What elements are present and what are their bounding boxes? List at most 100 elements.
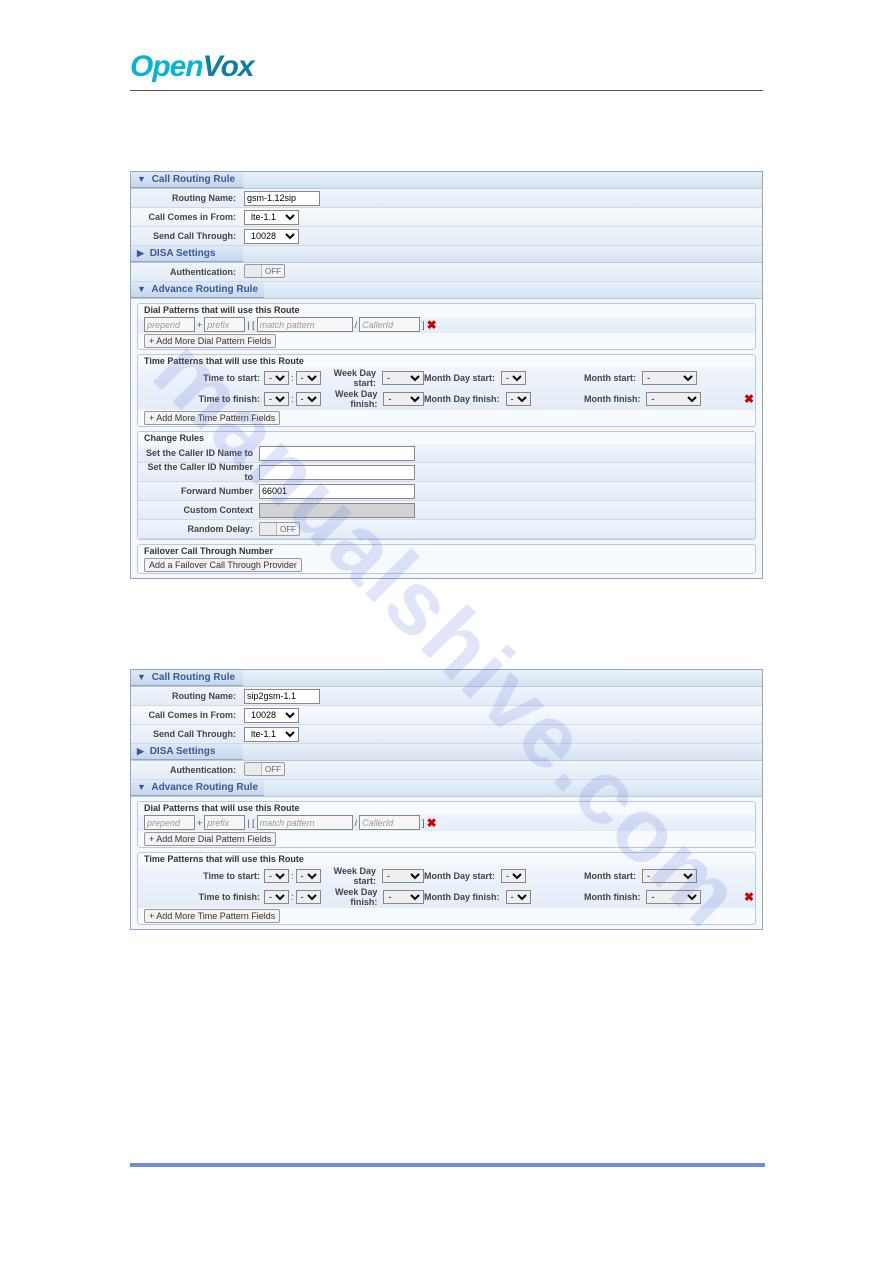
time-finish-hr[interactable]: - <box>264 392 289 406</box>
logo-open: Open <box>130 50 203 83</box>
prefix-input[interactable] <box>204 815 245 830</box>
section-advance-routing[interactable]: ▼ Advance Routing Rule <box>131 780 264 796</box>
monthday-start[interactable]: - <box>501 371 526 385</box>
time-start-hr[interactable]: - <box>264 869 289 883</box>
row-routing-name: Routing Name: <box>131 189 762 208</box>
chevron-down-icon: ▼ <box>137 782 146 792</box>
time-pattern-row: Time to start: - : - Week Day start: - M… <box>138 367 755 410</box>
call-comes-in-select[interactable]: 10028 <box>244 708 299 723</box>
monthday-start[interactable]: - <box>501 869 526 883</box>
time-start-min[interactable]: - <box>296 371 321 385</box>
routing-name-input[interactable] <box>244 689 320 704</box>
time-start-min[interactable]: - <box>296 869 321 883</box>
footer-divider <box>130 1163 765 1167</box>
routing-name-label: Routing Name: <box>131 193 242 203</box>
authentication-toggle[interactable]: OFF <box>244 264 285 278</box>
send-call-through-label: Send Call Through: <box>131 231 242 241</box>
section-call-routing[interactable]: ▼ Call Routing Rule <box>131 670 243 686</box>
routing-name-label: Routing Name: <box>131 691 242 701</box>
add-time-pattern-button[interactable]: + Add More Time Pattern Fields <box>144 909 280 923</box>
add-time-pattern-button[interactable]: + Add More Time Pattern Fields <box>144 411 280 425</box>
delete-icon[interactable]: ✖ <box>427 318 437 332</box>
time-patterns-group: Time Patterns that will use this Route T… <box>137 852 756 925</box>
time-finish-label: Time to finish: <box>144 394 264 404</box>
section-title: Call Routing Rule <box>152 174 235 185</box>
weekday-finish[interactable]: - <box>383 392 424 406</box>
authentication-toggle[interactable]: OFF <box>244 762 285 776</box>
time-finish-min[interactable]: - <box>296 890 321 904</box>
prefix-input[interactable] <box>204 317 245 332</box>
dial-patterns-group: Dial Patterns that will use this Route +… <box>137 303 756 350</box>
dial-patterns-title: Dial Patterns that will use this Route <box>138 802 755 814</box>
weekday-start[interactable]: - <box>382 371 424 385</box>
row-authentication: Authentication: OFF <box>131 263 762 282</box>
authentication-label: Authentication: <box>131 765 242 775</box>
routing-panel-2: ▼ Call Routing Rule Routing Name: Call C… <box>130 669 763 930</box>
callerid-input[interactable] <box>359 815 420 830</box>
failover-title: Failover Call Through Number <box>138 545 755 557</box>
month-finish[interactable]: - <box>646 890 701 904</box>
random-delay-toggle[interactable]: OFF <box>259 522 300 536</box>
chevron-right-icon: ▶ <box>137 248 144 258</box>
delete-icon[interactable]: ✖ <box>427 816 437 830</box>
section-title: Advance Routing Rule <box>151 284 258 295</box>
month-finish[interactable]: - <box>646 392 701 406</box>
add-dial-pattern-button[interactable]: + Add More Dial Pattern Fields <box>144 334 276 348</box>
forward-number-label: Forward Number <box>138 486 259 496</box>
dial-pattern-row: + | [ / ] ✖ <box>138 316 755 333</box>
delete-icon[interactable]: ✖ <box>744 392 754 406</box>
random-delay-label: Random Delay: <box>138 524 259 534</box>
time-finish-hr[interactable]: - <box>264 890 289 904</box>
add-dial-pattern-button[interactable]: + Add More Dial Pattern Fields <box>144 832 276 846</box>
section-disa[interactable]: ▶ DISA Settings <box>131 246 243 262</box>
send-call-through-select[interactable]: 10028 <box>244 229 299 244</box>
prepend-input[interactable] <box>144 317 195 332</box>
routing-panel-1: ▼ Call Routing Rule Routing Name: Call C… <box>130 171 763 579</box>
custom-context-label: Custom Context <box>138 505 259 515</box>
chevron-down-icon: ▼ <box>137 174 146 184</box>
caller-id-number-input[interactable] <box>259 465 415 480</box>
chevron-down-icon: ▼ <box>137 672 146 682</box>
section-title: Advance Routing Rule <box>151 782 258 793</box>
time-start-label: Time to start: <box>144 373 264 383</box>
month-start[interactable]: - <box>642 371 697 385</box>
caller-id-number-label: Set the Caller ID Number to <box>138 462 259 482</box>
call-comes-in-label: Call Comes in From: <box>131 212 242 222</box>
caller-id-name-label: Set the Caller ID Name to <box>138 448 259 458</box>
time-start-hr[interactable]: - <box>264 371 289 385</box>
time-patterns-group: Time Patterns that will use this Route T… <box>137 354 756 427</box>
custom-context-input <box>259 503 415 518</box>
section-advance-routing[interactable]: ▼ Advance Routing Rule <box>131 282 264 298</box>
section-call-routing[interactable]: ▼ Call Routing Rule <box>131 172 243 188</box>
failover-group: Failover Call Through Number Add a Failo… <box>137 544 756 574</box>
match-pattern-input[interactable] <box>257 317 353 332</box>
delete-icon[interactable]: ✖ <box>744 890 754 904</box>
month-start[interactable]: - <box>642 869 697 883</box>
change-rules-title: Change Rules <box>138 432 755 444</box>
time-finish-min[interactable]: - <box>296 392 321 406</box>
prepend-input[interactable] <box>144 815 195 830</box>
caller-id-name-input[interactable] <box>259 446 415 461</box>
monthday-finish[interactable]: - <box>506 890 531 904</box>
dial-patterns-title: Dial Patterns that will use this Route <box>138 304 755 316</box>
routing-name-input[interactable] <box>244 191 320 206</box>
chevron-right-icon: ▶ <box>137 746 144 756</box>
send-call-through-select[interactable]: lte-1.1 <box>244 727 299 742</box>
row-call-comes-in: Call Comes in From: lte-1.1 <box>131 208 762 227</box>
forward-number-input[interactable] <box>259 484 415 499</box>
add-failover-button[interactable]: Add a Failover Call Through Provider <box>144 558 302 572</box>
section-disa[interactable]: ▶ DISA Settings <box>131 744 243 760</box>
time-patterns-title: Time Patterns that will use this Route <box>138 355 755 367</box>
weekday-finish[interactable]: - <box>383 890 424 904</box>
section-title: DISA Settings <box>150 248 216 259</box>
callerid-input[interactable] <box>359 317 420 332</box>
logo: OpenVox <box>130 50 763 84</box>
section-title: Call Routing Rule <box>152 672 235 683</box>
call-comes-in-select[interactable]: lte-1.1 <box>244 210 299 225</box>
send-call-through-label: Send Call Through: <box>131 729 242 739</box>
monthday-finish[interactable]: - <box>506 392 531 406</box>
weekday-start[interactable]: - <box>382 869 424 883</box>
match-pattern-input[interactable] <box>257 815 353 830</box>
logo-vox: Vox <box>203 50 254 83</box>
chevron-down-icon: ▼ <box>137 284 146 294</box>
